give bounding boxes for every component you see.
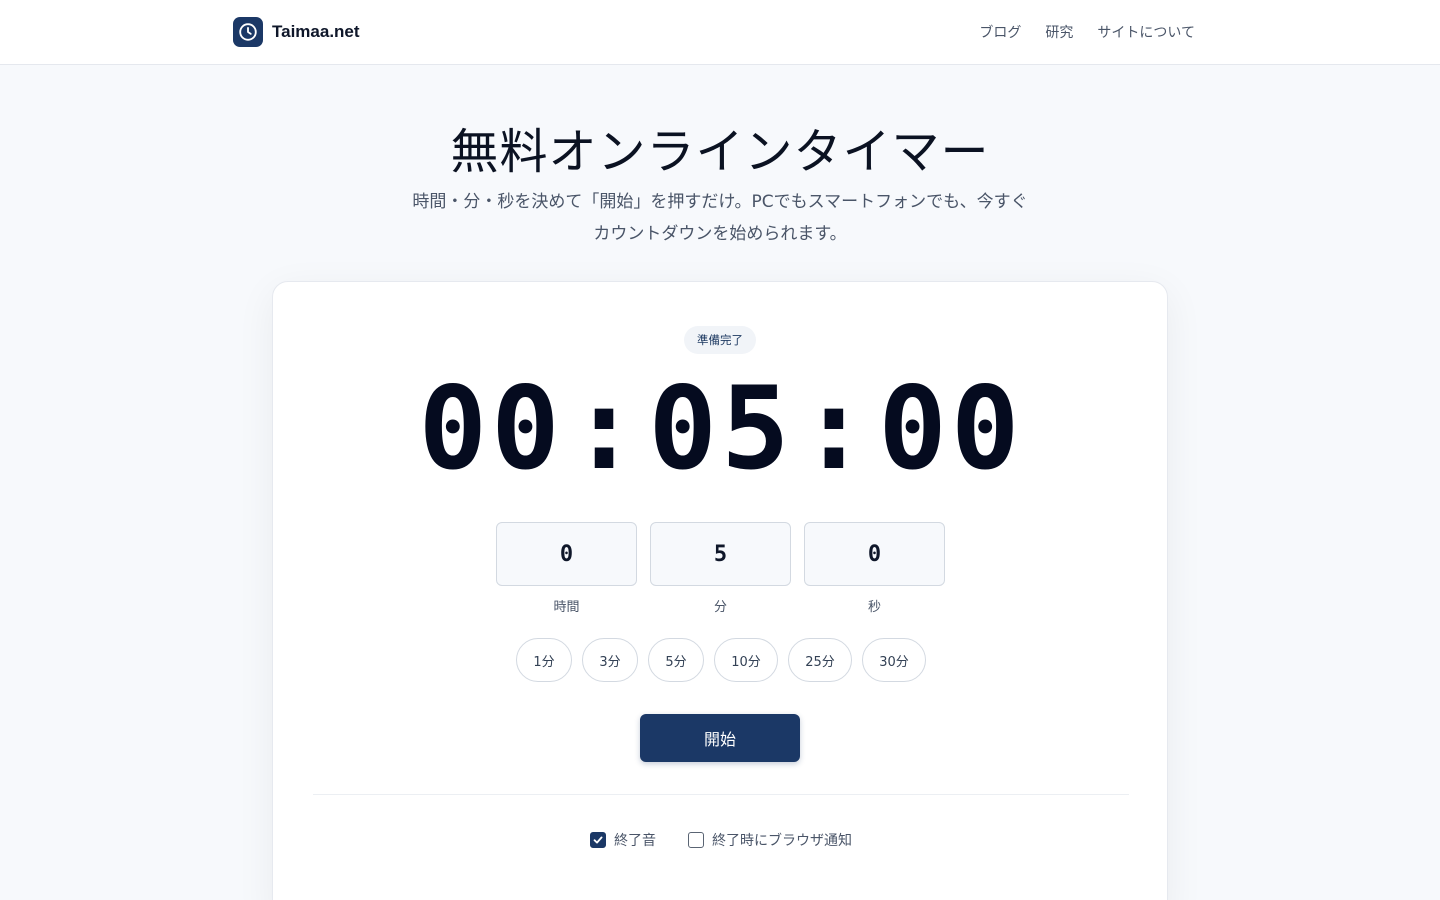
- minutes-input-group: 分: [650, 522, 791, 615]
- preset-10-min-button[interactable]: 10分: [714, 638, 778, 682]
- seconds-input-group: 秒: [804, 522, 945, 615]
- hours-input-group: 時間: [496, 522, 637, 615]
- seconds-label: 秒: [867, 600, 881, 615]
- nav-blog[interactable]: ブログ: [979, 22, 1021, 42]
- brand-name: Taimaa.net: [272, 22, 360, 41]
- seconds-input[interactable]: [804, 522, 945, 586]
- timer-options: 終了音 終了時にブラウザ通知: [273, 830, 1169, 850]
- timer-card: 準備完了 00 : 05 : 00 時間 分 秒 1分 3分 5分 10分 25…: [272, 281, 1168, 900]
- browser-notification-checkbox[interactable]: [688, 832, 704, 848]
- end-sound-label: 終了音: [614, 833, 656, 849]
- preset-1-min-button[interactable]: 1分: [516, 638, 572, 682]
- subtitle-line-2: カウントダウンを始められます。: [593, 224, 847, 244]
- site-header: Taimaa.net ブログ 研究 サイトについて: [0, 0, 1440, 65]
- timer-seconds: 00: [878, 361, 1024, 495]
- timer-display: 00 : 05 : 00: [273, 362, 1169, 495]
- preset-30-min-button[interactable]: 30分: [862, 638, 926, 682]
- hours-input[interactable]: [496, 522, 637, 586]
- clock-icon: [233, 17, 263, 47]
- divider: [313, 794, 1129, 795]
- timer-separator: :: [569, 361, 643, 495]
- preset-25-min-button[interactable]: 25分: [788, 638, 852, 682]
- checkmark-icon: [593, 836, 603, 844]
- minutes-input[interactable]: [650, 522, 791, 586]
- time-inputs: 時間 分 秒: [496, 522, 945, 615]
- nav-about[interactable]: サイトについて: [1097, 22, 1195, 42]
- end-sound-checkbox[interactable]: [590, 832, 606, 848]
- brand-link[interactable]: Taimaa.net: [233, 16, 360, 48]
- minutes-label: 分: [713, 600, 727, 615]
- browser-notification-option[interactable]: 終了時にブラウザ通知: [688, 830, 852, 850]
- timer-hours: 00: [418, 361, 564, 495]
- main-nav: ブログ 研究 サイトについて: [979, 20, 1195, 44]
- page-subtitle: 時間・分・秒を決めて「開始」を押すだけ。PCでもスマートフォンでも、今すぐ カウ…: [370, 186, 1070, 250]
- browser-notification-label: 終了時にブラウザ通知: [712, 833, 852, 849]
- subtitle-line-1: 時間・分・秒を決めて「開始」を押すだけ。PCでもスマートフォンでも、今すぐ: [412, 192, 1028, 212]
- preset-5-min-button[interactable]: 5分: [648, 638, 704, 682]
- nav-research[interactable]: 研究: [1045, 22, 1073, 42]
- page-title: 無料オンラインタイマー: [450, 124, 990, 180]
- preset-3-min-button[interactable]: 3分: [582, 638, 638, 682]
- hours-label: 時間: [553, 600, 580, 615]
- timer-separator: :: [799, 361, 873, 495]
- start-button[interactable]: 開始: [640, 714, 800, 762]
- timer-minutes: 05: [648, 361, 794, 495]
- end-sound-option[interactable]: 終了音: [590, 830, 656, 850]
- status-badge: 準備完了: [684, 326, 756, 354]
- preset-buttons: 1分 3分 5分 10分 25分 30分: [273, 638, 1169, 682]
